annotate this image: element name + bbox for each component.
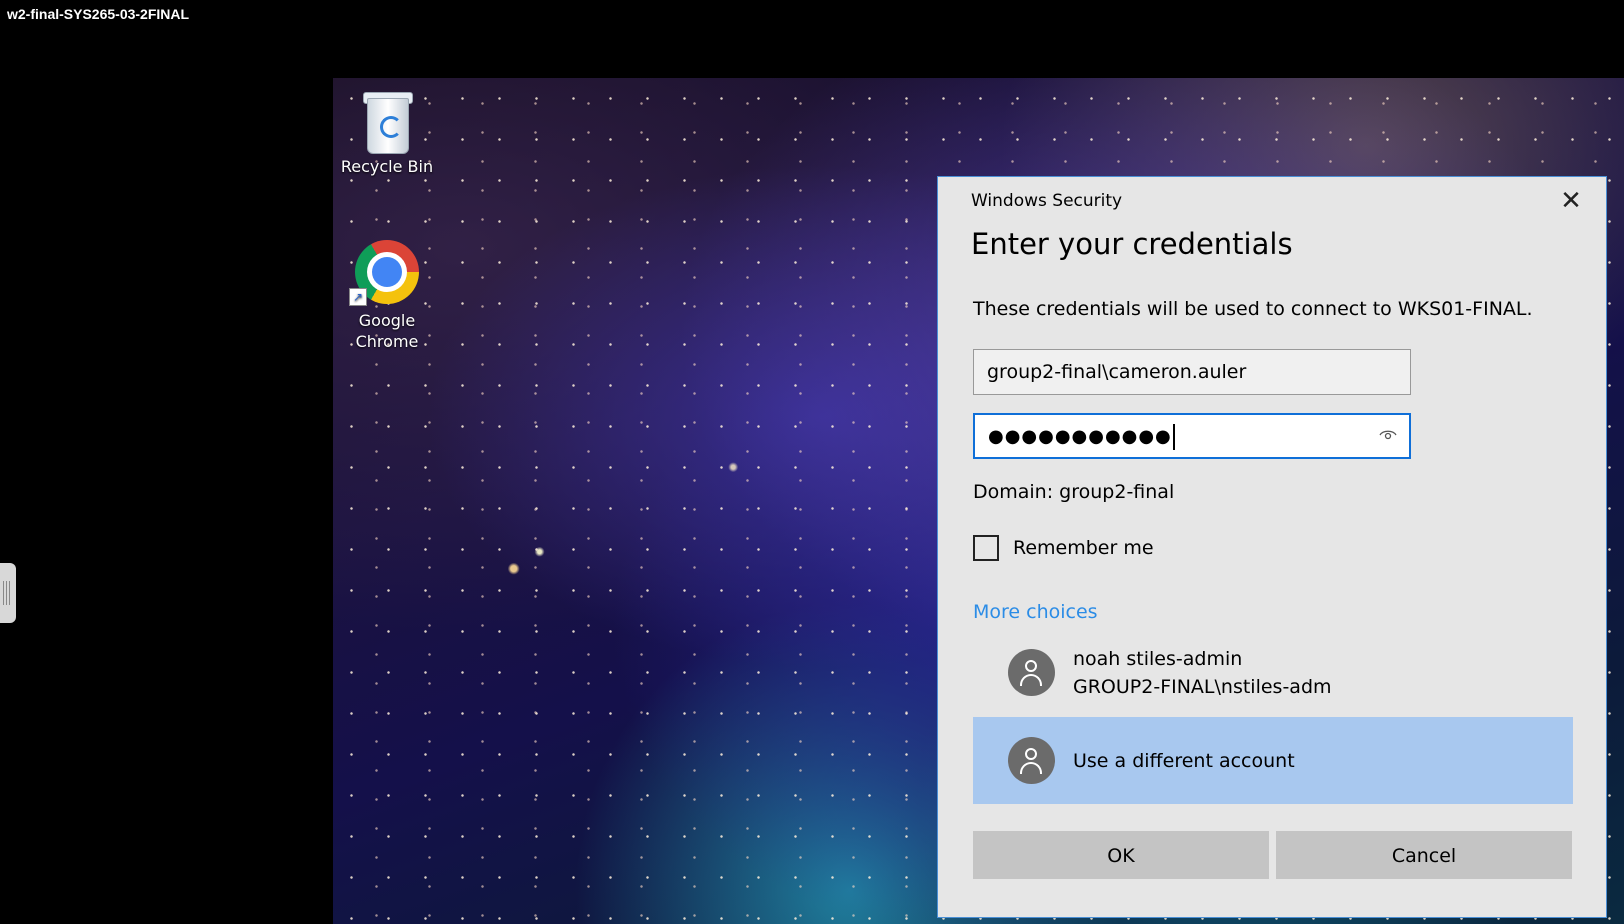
user-avatar-icon — [1008, 737, 1055, 784]
domain-text: Domain: group2-final — [973, 481, 1175, 503]
close-button[interactable]: ✕ — [1556, 187, 1586, 217]
dialog-title: Enter your credentials — [971, 227, 1293, 261]
desktop-icon-label: Recycle Bin — [340, 157, 434, 176]
remember-me-checkbox[interactable] — [973, 535, 999, 561]
account-option-different-account[interactable]: Use a different account — [973, 717, 1573, 804]
windows-security-dialog: Windows Security ✕ Enter your credential… — [937, 176, 1607, 918]
account-name: noah stiles-admin — [1073, 647, 1243, 670]
username-value: group2-final\cameron.auler — [987, 361, 1247, 383]
password-mask: ●●●●●●●●●●● — [988, 426, 1172, 447]
dialog-description: These credentials will be used to connec… — [973, 298, 1533, 320]
shortcut-arrow-icon: ↗ — [349, 288, 367, 306]
ok-button[interactable]: OK — [973, 831, 1269, 879]
remember-me-checkbox-row[interactable]: Remember me — [973, 533, 1154, 563]
desktop-icon-label: Google Chrome — [355, 311, 419, 351]
side-panel-handle[interactable] — [0, 563, 16, 623]
dialog-caption: Windows Security — [971, 191, 1123, 211]
username-field[interactable]: group2-final\cameron.auler — [973, 349, 1411, 395]
recycle-bin-icon — [361, 90, 413, 154]
account-id: GROUP2-FINAL\nstiles-adm — [1073, 675, 1332, 698]
session-title: w2-final-SYS265-03-2FINAL — [7, 6, 190, 22]
user-avatar-icon — [1008, 649, 1055, 696]
desktop-icon-google-chrome[interactable]: ↗ Google Chrome — [337, 240, 437, 352]
grip-icon — [3, 581, 11, 605]
password-field[interactable]: ●●●●●●●●●●● — [973, 413, 1411, 459]
chrome-icon: ↗ — [349, 240, 419, 306]
account-name: Use a different account — [1073, 749, 1295, 772]
desktop-icon-recycle-bin[interactable]: Recycle Bin — [337, 90, 437, 177]
remember-me-label[interactable]: Remember me — [1013, 537, 1154, 559]
more-choices-link[interactable]: More choices — [973, 601, 1098, 623]
text-caret — [1172, 423, 1175, 450]
cancel-button[interactable]: Cancel — [1276, 831, 1572, 879]
close-icon: ✕ — [1560, 186, 1582, 216]
reveal-password-eye-icon[interactable] — [1379, 428, 1397, 442]
account-option-noah-stiles-admin[interactable]: noah stiles-admin GROUP2-FINAL\nstiles-a… — [973, 629, 1573, 716]
